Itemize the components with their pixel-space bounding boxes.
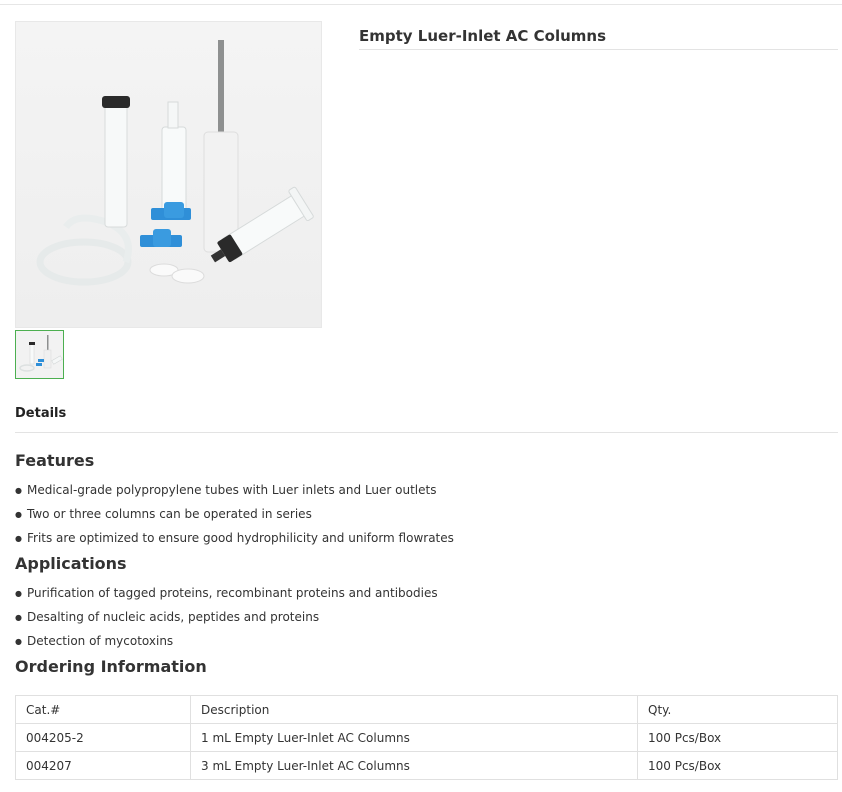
product-title: Empty Luer-Inlet AC Columns xyxy=(359,27,606,45)
table-row: 004207 3 mL Empty Luer-Inlet AC Columns … xyxy=(15,751,838,780)
cell-description: 3 mL Empty Luer-Inlet AC Columns xyxy=(190,751,638,780)
cell-cat: 004207 xyxy=(15,751,191,780)
list-item: Purification of tagged proteins, recombi… xyxy=(15,582,438,606)
column-header-cat: Cat.# xyxy=(15,695,191,724)
features-heading: Features xyxy=(15,451,95,470)
ordering-heading: Ordering Information xyxy=(15,657,207,676)
product-image xyxy=(15,21,322,328)
list-item: Frits are optimized to ensure good hydro… xyxy=(15,527,454,551)
column-header-description: Description xyxy=(190,695,638,724)
details-tab-label: Details xyxy=(15,406,67,421)
list-item: Medical-grade polypropylene tubes with L… xyxy=(15,479,454,503)
details-divider xyxy=(15,432,838,433)
column-header-qty: Qty. xyxy=(637,695,838,724)
cell-qty: 100 Pcs/Box xyxy=(637,751,838,780)
cell-cat: 004205-2 xyxy=(15,723,191,752)
table-row: 004205-2 1 mL Empty Luer-Inlet AC Column… xyxy=(15,723,838,752)
list-item: Desalting of nucleic acids, peptides and… xyxy=(15,606,438,630)
list-item: Detection of mycotoxins xyxy=(15,630,438,654)
ordering-table: Cat.# Description Qty. 004205-2 1 mL Emp… xyxy=(15,695,838,780)
table-header-row: Cat.# Description Qty. xyxy=(15,695,838,724)
product-thumbnail-icon xyxy=(19,335,63,372)
features-list: Medical-grade polypropylene tubes with L… xyxy=(15,479,454,551)
title-divider xyxy=(359,49,838,50)
cell-description: 1 mL Empty Luer-Inlet AC Columns xyxy=(190,723,638,752)
applications-list: Purification of tagged proteins, recombi… xyxy=(15,582,438,654)
product-photo-columns-icon xyxy=(36,40,314,286)
top-divider xyxy=(0,4,842,5)
applications-heading: Applications xyxy=(15,554,127,573)
product-thumbnail[interactable] xyxy=(15,330,64,379)
list-item: Two or three columns can be operated in … xyxy=(15,503,454,527)
cell-qty: 100 Pcs/Box xyxy=(637,723,838,752)
